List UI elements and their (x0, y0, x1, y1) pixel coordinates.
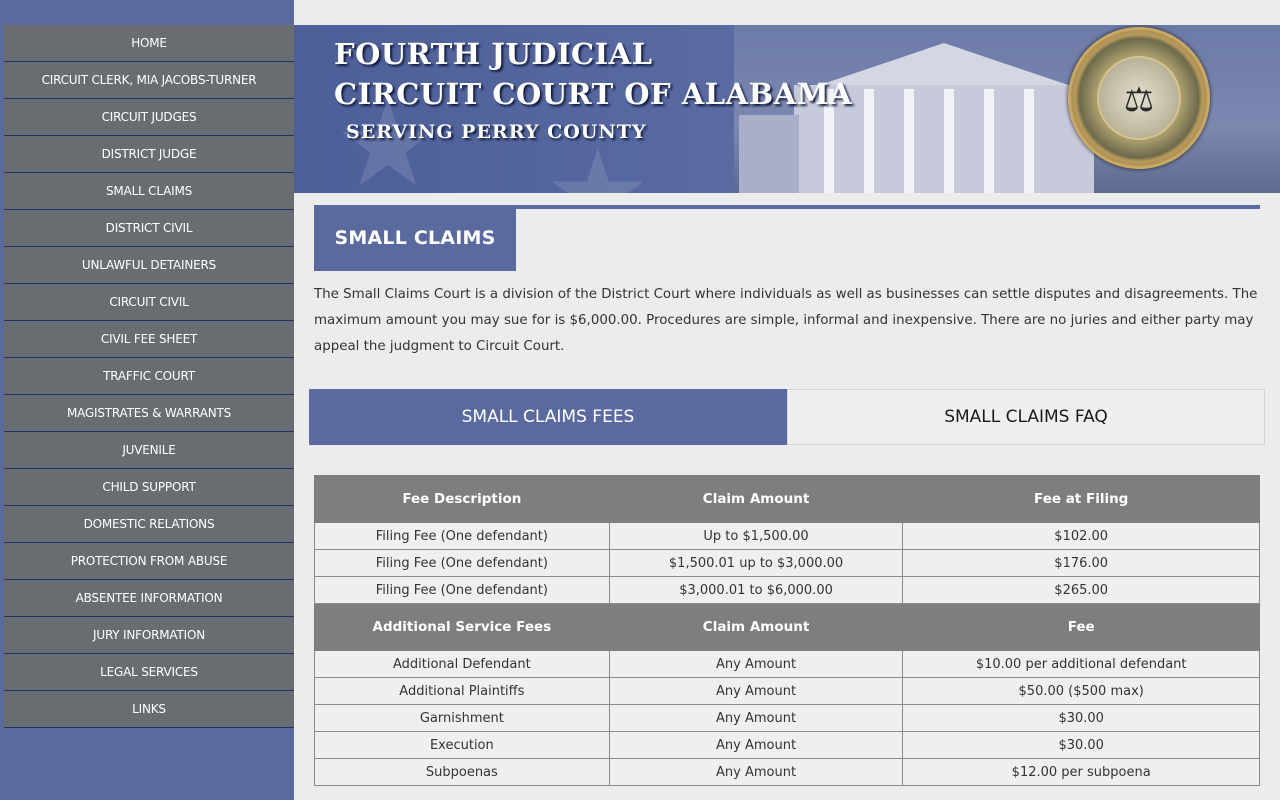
table-row: Additional Defendant Any Amount $10.00 per… (314, 650, 1260, 678)
nav-item-circuit-judges[interactable]: CIRCUIT JUDGES (4, 99, 294, 136)
table-header-cell: Additional Service Fees (314, 603, 610, 651)
nav-item-district-judge[interactable]: DISTRICT JUDGE (4, 136, 294, 173)
table-cell: Any Amount (608, 677, 904, 705)
nav-item-domestic-relations[interactable]: DOMESTIC RELATIONS (4, 506, 294, 543)
courthouse-column (1024, 89, 1034, 193)
table-cell: Execution (314, 731, 610, 759)
nav-item-unlawful-detainers[interactable]: UNLAWFUL DETAINERS (4, 247, 294, 284)
table-row: Filing Fee (One defendant) Up to $1,500.0… (314, 522, 1260, 550)
nav-item-legal-services[interactable]: LEGAL SERVICES (4, 654, 294, 691)
table-row: Garnishment Any Amount $30.00 (314, 704, 1260, 732)
nav-item-protection-from-abuse[interactable]: PROTECTION FROM ABUSE (4, 543, 294, 580)
table-row: Filing Fee (One defendant) $3,000.01 to $… (314, 576, 1260, 604)
table-header-row: Fee Description Claim Amount Fee at Filing (314, 475, 1260, 523)
seal-inner: ⚖ (1097, 56, 1181, 140)
courthouse-wing (739, 115, 799, 193)
table-header-row: Additional Service Fees Claim Amount Fee (314, 603, 1260, 651)
table-row: Filing Fee (One defendant) $1,500.01 up t… (314, 549, 1260, 577)
nav-item-magistrates-warrants[interactable]: MAGISTRATES & WARRANTS (4, 395, 294, 432)
table-cell: $265.00 (902, 576, 1260, 604)
scales-of-justice-icon: ⚖ (1123, 80, 1155, 120)
table-cell: Filing Fee (One defendant) (314, 576, 610, 604)
nav-item-district-civil[interactable]: DISTRICT CIVIL (4, 210, 294, 247)
table-cell: $102.00 (902, 522, 1260, 550)
nav-item-small-claims[interactable]: SMALL CLAIMS (4, 173, 294, 210)
tab-small-claims-faq[interactable]: SMALL CLAIMS FAQ (787, 389, 1265, 445)
tab-small-claims-fees[interactable]: SMALL CLAIMS FEES (309, 389, 787, 445)
table-cell: $12.00 per subpoena (902, 758, 1260, 786)
nav-item-circuit-civil[interactable]: CIRCUIT CIVIL (4, 284, 294, 321)
nav-item-civil-fee-sheet[interactable]: CIVIL FEE SHEET (4, 321, 294, 358)
table-header-cell: Claim Amount (608, 475, 904, 523)
site-banner: ★ ★ FOURTH JUDICIAL CIRCUIT COURT OF ALA… (294, 25, 1280, 193)
table-cell: Filing Fee (One defendant) (314, 549, 610, 577)
table-cell: Any Amount (608, 758, 904, 786)
table-row: Additional Plaintiffs Any Amount $50.00 ($… (314, 677, 1260, 705)
table-cell: $10.00 per additional defendant (902, 650, 1260, 678)
courthouse-column (864, 89, 874, 193)
table-header-cell: Claim Amount (608, 603, 904, 651)
table-cell: $30.00 (902, 704, 1260, 732)
star-decoration: ★ (544, 135, 652, 194)
table-cell: Subpoenas (314, 758, 610, 786)
table-cell: Filing Fee (One defendant) (314, 522, 610, 550)
nav-item-jury-information[interactable]: JURY INFORMATION (4, 617, 294, 654)
table-cell: Up to $1,500.00 (608, 522, 904, 550)
banner-title-line1: FOURTH JUDICIAL (334, 37, 653, 71)
main-nav: HOME CIRCUIT CLERK, MIA JACOBS-TURNER CI… (4, 25, 294, 728)
nav-item-child-support[interactable]: CHILD SUPPORT (4, 469, 294, 506)
table-row: Execution Any Amount $30.00 (314, 731, 1260, 759)
table-row: Subpoenas Any Amount $12.00 per subpoena (314, 758, 1260, 786)
courthouse-column (904, 89, 914, 193)
nav-item-traffic-court[interactable]: TRAFFIC COURT (4, 358, 294, 395)
nav-item-home[interactable]: HOME (4, 25, 294, 62)
fees-table: Fee Description Claim Amount Fee at Filing… (314, 475, 1260, 786)
courthouse-column (984, 89, 994, 193)
courthouse-roof (814, 43, 1074, 87)
table-cell: Any Amount (608, 650, 904, 678)
table-cell: Additional Plaintiffs (314, 677, 610, 705)
banner-subtitle: SERVING PERRY COUNTY (346, 121, 647, 143)
table-cell: $176.00 (902, 549, 1260, 577)
banner-title-line2: CIRCUIT COURT OF ALABAMA (334, 77, 853, 111)
nav-item-links[interactable]: LINKS (4, 691, 294, 728)
nav-item-circuit-clerk[interactable]: CIRCUIT CLERK, MIA JACOBS-TURNER (4, 62, 294, 99)
courthouse-column (944, 89, 954, 193)
table-header-cell: Fee Description (314, 475, 610, 523)
table-cell: Garnishment (314, 704, 610, 732)
table-cell: $30.00 (902, 731, 1260, 759)
judicial-seal-icon: ⚖ (1068, 27, 1210, 169)
table-cell: $1,500.01 up to $3,000.00 (608, 549, 904, 577)
table-cell: Any Amount (608, 704, 904, 732)
intro-paragraph: The Small Claims Court is a division of … (314, 287, 1258, 354)
table-header-cell: Fee at Filing (902, 475, 1260, 523)
sidebar: HOME CIRCUIT CLERK, MIA JACOBS-TURNER CI… (0, 0, 294, 800)
table-cell: Additional Defendant (314, 650, 610, 678)
table-cell: Any Amount (608, 731, 904, 759)
table-header-cell: Fee (902, 603, 1260, 651)
table-cell: $3,000.01 to $6,000.00 (608, 576, 904, 604)
table-cell: $50.00 ($500 max) (902, 677, 1260, 705)
nav-item-juvenile[interactable]: JUVENILE (4, 432, 294, 469)
nav-item-absentee-information[interactable]: ABSENTEE INFORMATION (4, 580, 294, 617)
page-title: SMALL CLAIMS (314, 205, 516, 271)
